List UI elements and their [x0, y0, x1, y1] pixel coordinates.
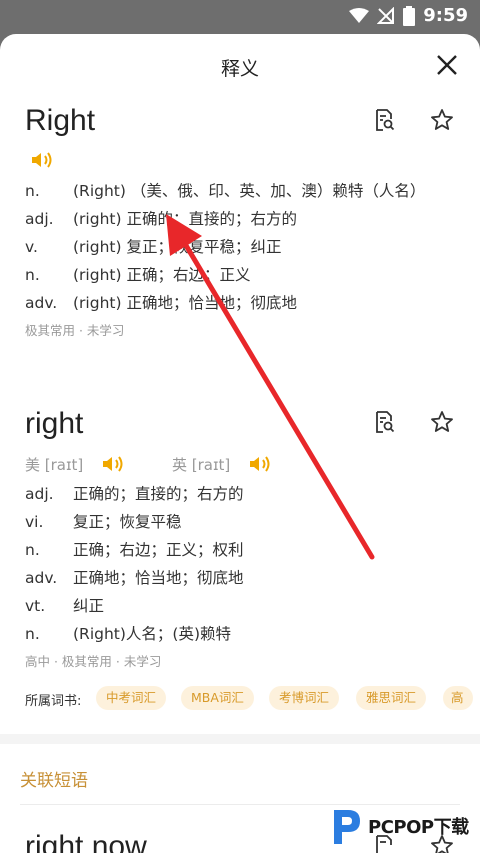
part-of-speech: n.: [25, 266, 40, 284]
definition-row: vt. 纠正: [25, 595, 450, 617]
phrase-headword[interactable]: right now: [25, 830, 147, 853]
part-of-speech: vt.: [25, 597, 46, 615]
headword-2: right: [25, 407, 84, 440]
part-of-speech: vi.: [25, 513, 44, 531]
headword-1: Right: [25, 104, 96, 137]
definition-row: adj. 正确的；直接的；右方的: [25, 483, 450, 505]
part-of-speech: adv.: [25, 569, 58, 587]
star-icon[interactable]: [430, 108, 454, 132]
definitions-2: adj. 正确的；直接的；右方的 vi. 复正；恢复平稳 n. 正确；右边；正义；权利…: [25, 483, 450, 670]
signal-off-icon: [377, 6, 395, 24]
definition-text: (right) 正确；右边；正义: [73, 266, 251, 284]
phonetic-us: 美 [raɪt]: [25, 456, 84, 474]
definition-row: vi. 复正；恢复平稳: [25, 511, 450, 533]
part-of-speech: adj.: [25, 210, 54, 228]
status-time: 9:59: [423, 5, 468, 26]
book-chip[interactable]: 雅思词汇: [356, 686, 427, 710]
definition-text: (Right) （美、俄、印、英、加、澳）赖特（人名）: [73, 182, 426, 200]
part-of-speech: n.: [25, 625, 40, 643]
divider-line: [20, 804, 460, 805]
book-chip[interactable]: MBA词汇: [181, 686, 254, 710]
definitions-1: n. (Right) （美、俄、印、英、加、澳）赖特（人名） adj. (right…: [25, 180, 450, 339]
status-bar: 9:59: [0, 0, 480, 34]
frequency-label: 极其常用 · 未学习: [25, 323, 125, 338]
definition-row: n. (right) 正确；右边；正义: [25, 264, 450, 286]
pcpop-logo-icon: [334, 810, 360, 844]
wifi-icon: [349, 7, 370, 23]
part-of-speech: adj.: [25, 485, 54, 503]
phonetic-uk: 英 [raɪt]: [172, 456, 231, 474]
speaker-us-icon[interactable]: [101, 454, 127, 474]
part-of-speech: n.: [25, 182, 40, 200]
definition-text: 正确的；直接的；右方的: [73, 485, 244, 503]
star-icon[interactable]: [430, 410, 454, 434]
part-of-speech: adv.: [25, 294, 58, 312]
definition-row: n. 正确；右边；正义；权利: [25, 539, 450, 561]
definition-text: (right) 正确的；直接的；右方的: [73, 210, 297, 228]
status-icons: 9:59: [349, 5, 468, 26]
definition-row: adv. (right) 正确地；恰当地；彻底地: [25, 292, 450, 314]
section-divider: [0, 734, 480, 744]
definition-text: 纠正: [73, 597, 105, 615]
definition-text: 复正；恢复平稳: [73, 513, 182, 531]
battery-icon: [403, 5, 416, 26]
close-icon[interactable]: [434, 52, 460, 78]
definition-row: n. (Right) （美、俄、印、英、加、澳）赖特（人名）: [25, 180, 450, 202]
definition-row: adv. 正确地；恰当地；彻底地: [25, 567, 450, 589]
definition-text: 正确地；恰当地；彻底地: [73, 569, 244, 587]
book-chip[interactable]: 考博词汇: [269, 686, 340, 710]
note-search-icon[interactable]: [372, 108, 396, 132]
book-chip[interactable]: 中考词汇: [96, 686, 167, 710]
speaker-uk-icon[interactable]: [248, 454, 274, 474]
definition-row: v. (right) 复正；恢复平稳；纠正: [25, 236, 450, 258]
related-phrases-title: 关联短语: [20, 771, 88, 791]
watermark: PCPOP下载: [330, 806, 469, 846]
watermark-text: PCPOP下载: [368, 817, 469, 838]
note-search-icon[interactable]: [372, 410, 396, 434]
part-of-speech: n.: [25, 541, 40, 559]
definition-sheet: 释义 Right n. (Right) （美、俄、印、英、加、澳）赖特（人名） a…: [0, 34, 480, 853]
definition-text: (right) 复正；恢复平稳；纠正: [73, 238, 282, 256]
page-title: 释义: [220, 58, 259, 80]
books-label: 所属词书:: [25, 694, 82, 709]
definition-text: (right) 正确地；恰当地；彻底地: [73, 294, 297, 312]
sheet-header: 释义: [0, 34, 480, 98]
book-chip[interactable]: 高: [443, 686, 473, 710]
speaker-icon[interactable]: [30, 150, 56, 170]
part-of-speech: v.: [25, 238, 38, 256]
definition-row: n. (Right)人名；(英)赖特: [25, 623, 450, 645]
frequency-label: 高中 · 极其常用 · 未学习: [25, 654, 162, 669]
definition-text: (Right)人名；(英)赖特: [73, 625, 232, 643]
definition-text: 正确；右边；正义；权利: [73, 541, 244, 559]
definition-row: adj. (right) 正确的；直接的；右方的: [25, 208, 450, 230]
